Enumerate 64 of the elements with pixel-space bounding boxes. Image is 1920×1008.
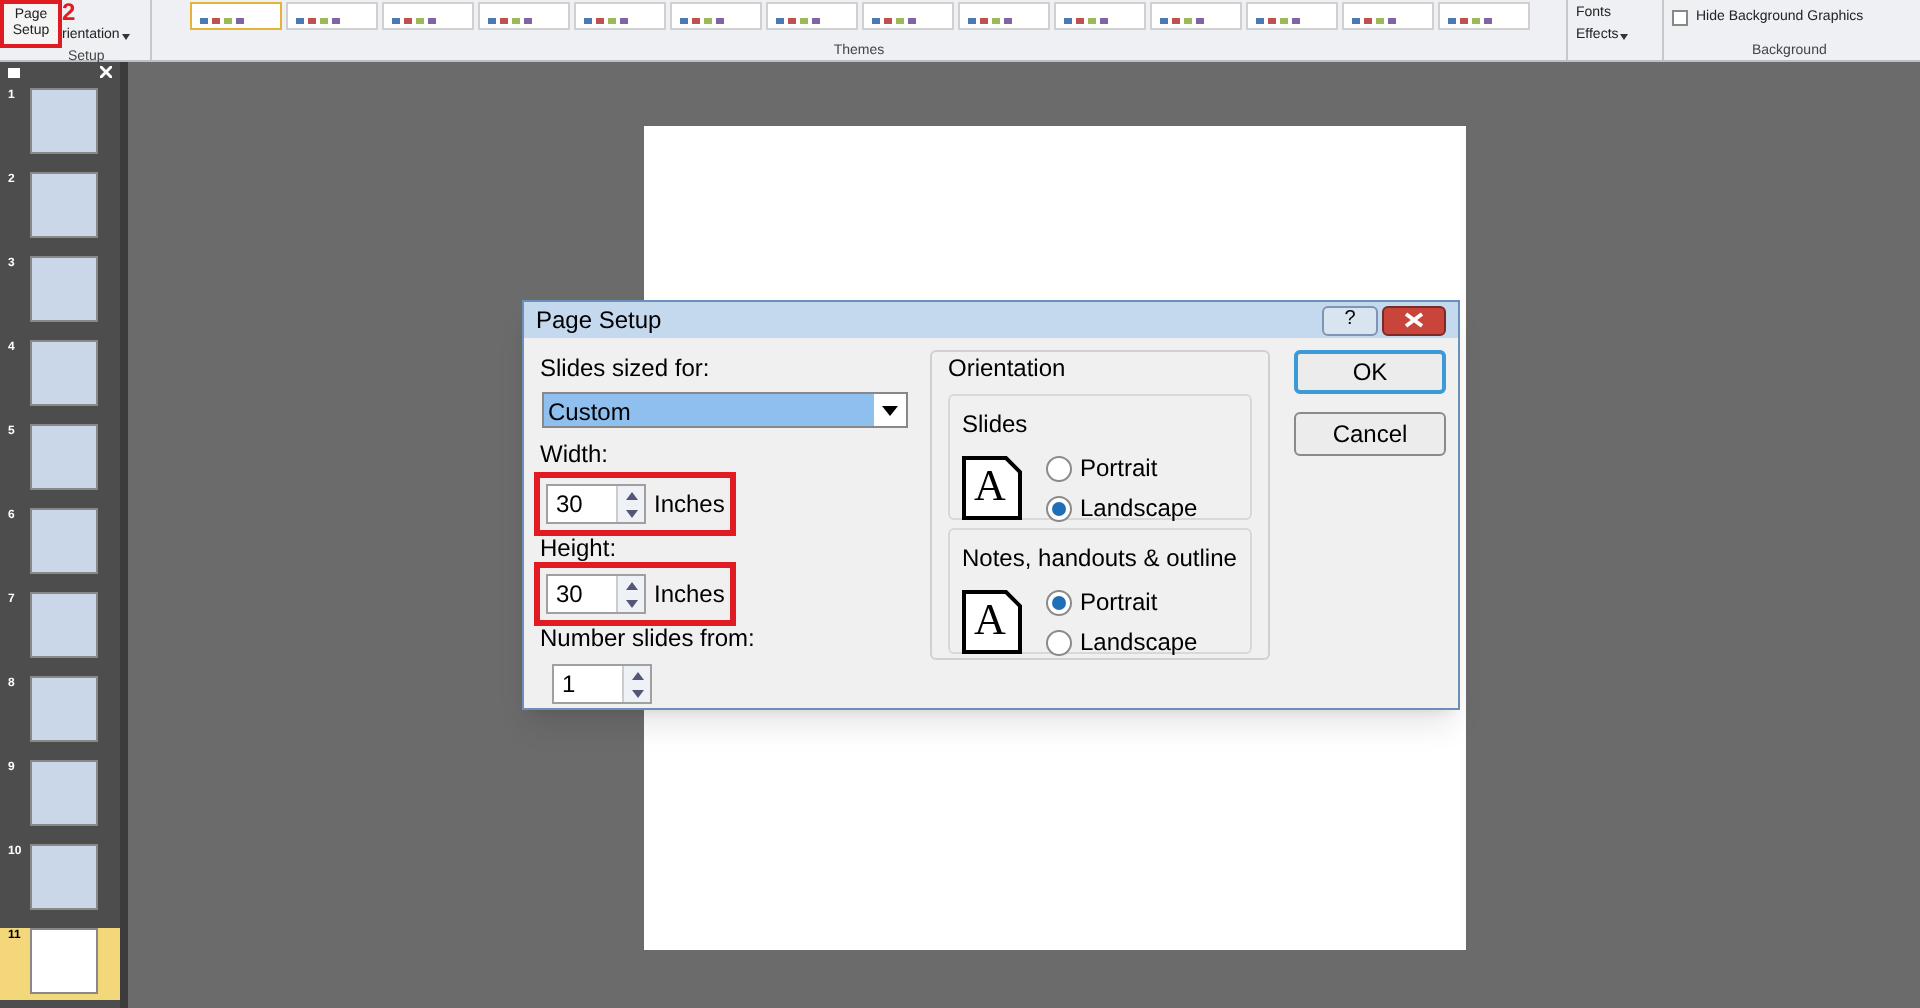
dialog-button[interactable]: OK [1294, 350, 1446, 394]
radio-label: Landscape [1080, 626, 1198, 660]
photo-placeholder [30, 844, 98, 910]
photo-placeholder [30, 88, 98, 154]
close-button[interactable] [1382, 305, 1446, 335]
spinner-icon[interactable] [616, 576, 644, 612]
unit-label: Inches [654, 488, 725, 522]
slides-tab-icon[interactable] [8, 67, 20, 77]
theme-thumbnail[interactable] [957, 2, 1049, 30]
radio-label: Portrait [1080, 586, 1158, 620]
photo-placeholder [30, 256, 98, 322]
radio-button[interactable] [1046, 629, 1072, 655]
close-icon[interactable] [100, 66, 112, 78]
group-title: Orientation [948, 352, 1068, 386]
page-letter: A [974, 596, 1006, 644]
page-letter-icon [962, 456, 1022, 520]
dialog-button[interactable]: Cancel [1294, 412, 1446, 456]
checkbox[interactable] [1672, 10, 1688, 27]
theme-thumbnail[interactable] [477, 2, 569, 30]
radio-label: Portrait [1080, 452, 1158, 486]
spinner-icon[interactable] [622, 666, 650, 702]
field-label: Width: [538, 438, 611, 472]
dialog-title: Page Setup [536, 304, 662, 338]
group-title: Notes, handouts & outline [962, 544, 1237, 572]
group-title: Slides [962, 410, 1028, 438]
close-icon [1404, 312, 1424, 328]
photo-placeholder [30, 340, 98, 406]
field-label: Slides sized for: [538, 352, 712, 386]
theme-thumbnail[interactable] [1245, 2, 1337, 30]
photo-placeholder [30, 508, 98, 574]
caret-icon [121, 33, 130, 40]
spin-field[interactable]: 30 [546, 574, 646, 614]
radio-button[interactable] [1046, 589, 1072, 615]
spin-field[interactable]: 1 [552, 664, 652, 704]
theme-thumbnail[interactable] [381, 2, 473, 30]
page-letter: A [974, 462, 1006, 510]
theme-thumbnail[interactable] [285, 2, 377, 30]
theme-thumbnail[interactable] [765, 2, 857, 30]
field-label: Height: [538, 536, 619, 562]
theme-thumbnail[interactable] [1437, 2, 1529, 30]
help-button[interactable]: ? [1322, 305, 1378, 335]
theme-thumbnail[interactable] [1341, 2, 1433, 30]
theme-thumbnail[interactable] [1149, 2, 1241, 30]
photo-placeholder [30, 172, 98, 238]
blank-slide-thumbnail [30, 928, 98, 994]
photo-placeholder [30, 592, 98, 658]
photo-placeholder [30, 676, 98, 742]
unit-label: Inches [654, 578, 725, 612]
theme-thumbnail[interactable] [1053, 2, 1145, 30]
radio-button[interactable] [1046, 495, 1072, 521]
photo-placeholder [30, 760, 98, 826]
spinner-icon[interactable] [616, 486, 644, 522]
page-letter-icon [962, 590, 1022, 654]
radio-button[interactable] [1046, 455, 1072, 481]
photo-placeholder [30, 424, 98, 490]
theme-thumbnail[interactable] [669, 2, 761, 30]
caret-icon [1620, 33, 1629, 40]
spin-field[interactable]: 30 [546, 484, 646, 524]
theme-thumbnail[interactable] [861, 2, 953, 30]
field-label: Number slides from: [538, 626, 757, 652]
theme-thumbnail[interactable] [573, 2, 665, 30]
theme-thumbnail[interactable] [189, 2, 281, 30]
size-dropdown[interactable]: Custom [542, 392, 908, 428]
radio-label: Landscape [1080, 492, 1198, 526]
